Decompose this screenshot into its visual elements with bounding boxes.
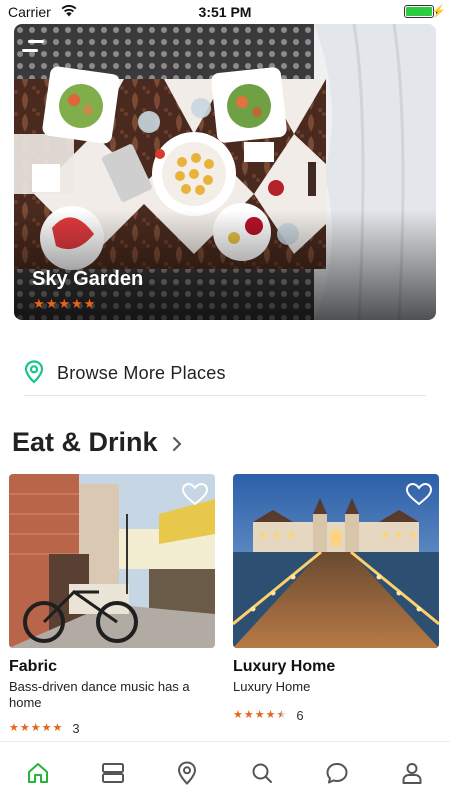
tab-messages[interactable]: [322, 758, 352, 788]
clock: 3:51 PM: [198, 4, 252, 20]
place-card-rating: ★ ★ ★ ★ ★ 3: [9, 721, 215, 736]
map-pin-icon: [24, 360, 44, 384]
star-half-icon: ★: [276, 709, 287, 721]
place-card-subtitle: Luxury Home: [233, 679, 311, 694]
featured-place-rating: ★ ★ ★ ★ ★: [33, 297, 95, 310]
star-icon: ★: [45, 296, 58, 311]
tab-listings[interactable]: [98, 758, 128, 788]
menu-icon[interactable]: [22, 38, 46, 60]
place-card-image: [233, 474, 439, 648]
tab-map[interactable]: [172, 758, 202, 788]
bottom-tab-bar: [0, 741, 450, 800]
browse-more-places-link[interactable]: Browse More Places: [24, 350, 426, 396]
tab-search[interactable]: [247, 758, 277, 788]
map-pin-icon: [177, 761, 197, 785]
charging-icon: ⚡: [431, 4, 446, 18]
star-icon: ★: [9, 722, 19, 734]
place-card-subtitle: Bass-driven dance music has a home: [9, 679, 190, 710]
star-icon: ★: [41, 722, 52, 734]
place-card-rating: ★ ★ ★ ★ ★ 6: [233, 708, 439, 723]
star-icon: ★: [70, 296, 83, 311]
star-icon: ★: [243, 709, 254, 721]
home-icon: [28, 763, 48, 783]
search-icon: [252, 763, 272, 783]
tab-home[interactable]: [23, 758, 53, 788]
featured-place-card[interactable]: Sky Garden ★ ★ ★ ★ ★: [14, 24, 436, 320]
status-bar: Carrier 3:51 PM ⚡: [0, 0, 450, 24]
favorite-heart-icon[interactable]: [405, 482, 433, 506]
favorite-heart-icon[interactable]: [181, 482, 209, 506]
tab-profile[interactable]: [397, 758, 427, 788]
place-card-image: [9, 474, 215, 648]
star-icon: ★: [233, 709, 243, 721]
star-icon: ★: [30, 722, 41, 734]
browse-more-places-label: Browse More Places: [57, 363, 226, 383]
battery-icon: [404, 5, 434, 18]
review-count: 6: [296, 708, 304, 723]
chevron-right-icon: [172, 436, 181, 451]
star-icon: ★: [254, 709, 265, 721]
star-icon: ★: [58, 296, 70, 311]
profile-icon: [402, 763, 422, 784]
star-icon: ★: [52, 722, 63, 734]
star-icon: ★: [265, 709, 276, 721]
review-count: 3: [72, 721, 80, 736]
section-title: Eat & Drink: [12, 426, 158, 457]
chat-icon: [326, 763, 348, 784]
list-icon: [102, 763, 124, 783]
battery-level: [406, 7, 432, 16]
star-icon: ★: [19, 722, 30, 734]
place-card-fabric[interactable]: Fabric Bass-driven dance music has a hom…: [9, 474, 215, 736]
eat-drink-section-header[interactable]: Eat & Drink: [12, 424, 182, 460]
place-card-title: Fabric: [9, 658, 58, 675]
place-card-title: Luxury Home: [233, 658, 336, 675]
star-icon: ★: [33, 296, 45, 311]
featured-place-title: Sky Garden: [32, 268, 144, 290]
star-icon: ★: [83, 296, 96, 311]
place-card-luxury-home[interactable]: Luxury Home Luxury Home ★ ★ ★ ★ ★ 6: [233, 474, 439, 723]
